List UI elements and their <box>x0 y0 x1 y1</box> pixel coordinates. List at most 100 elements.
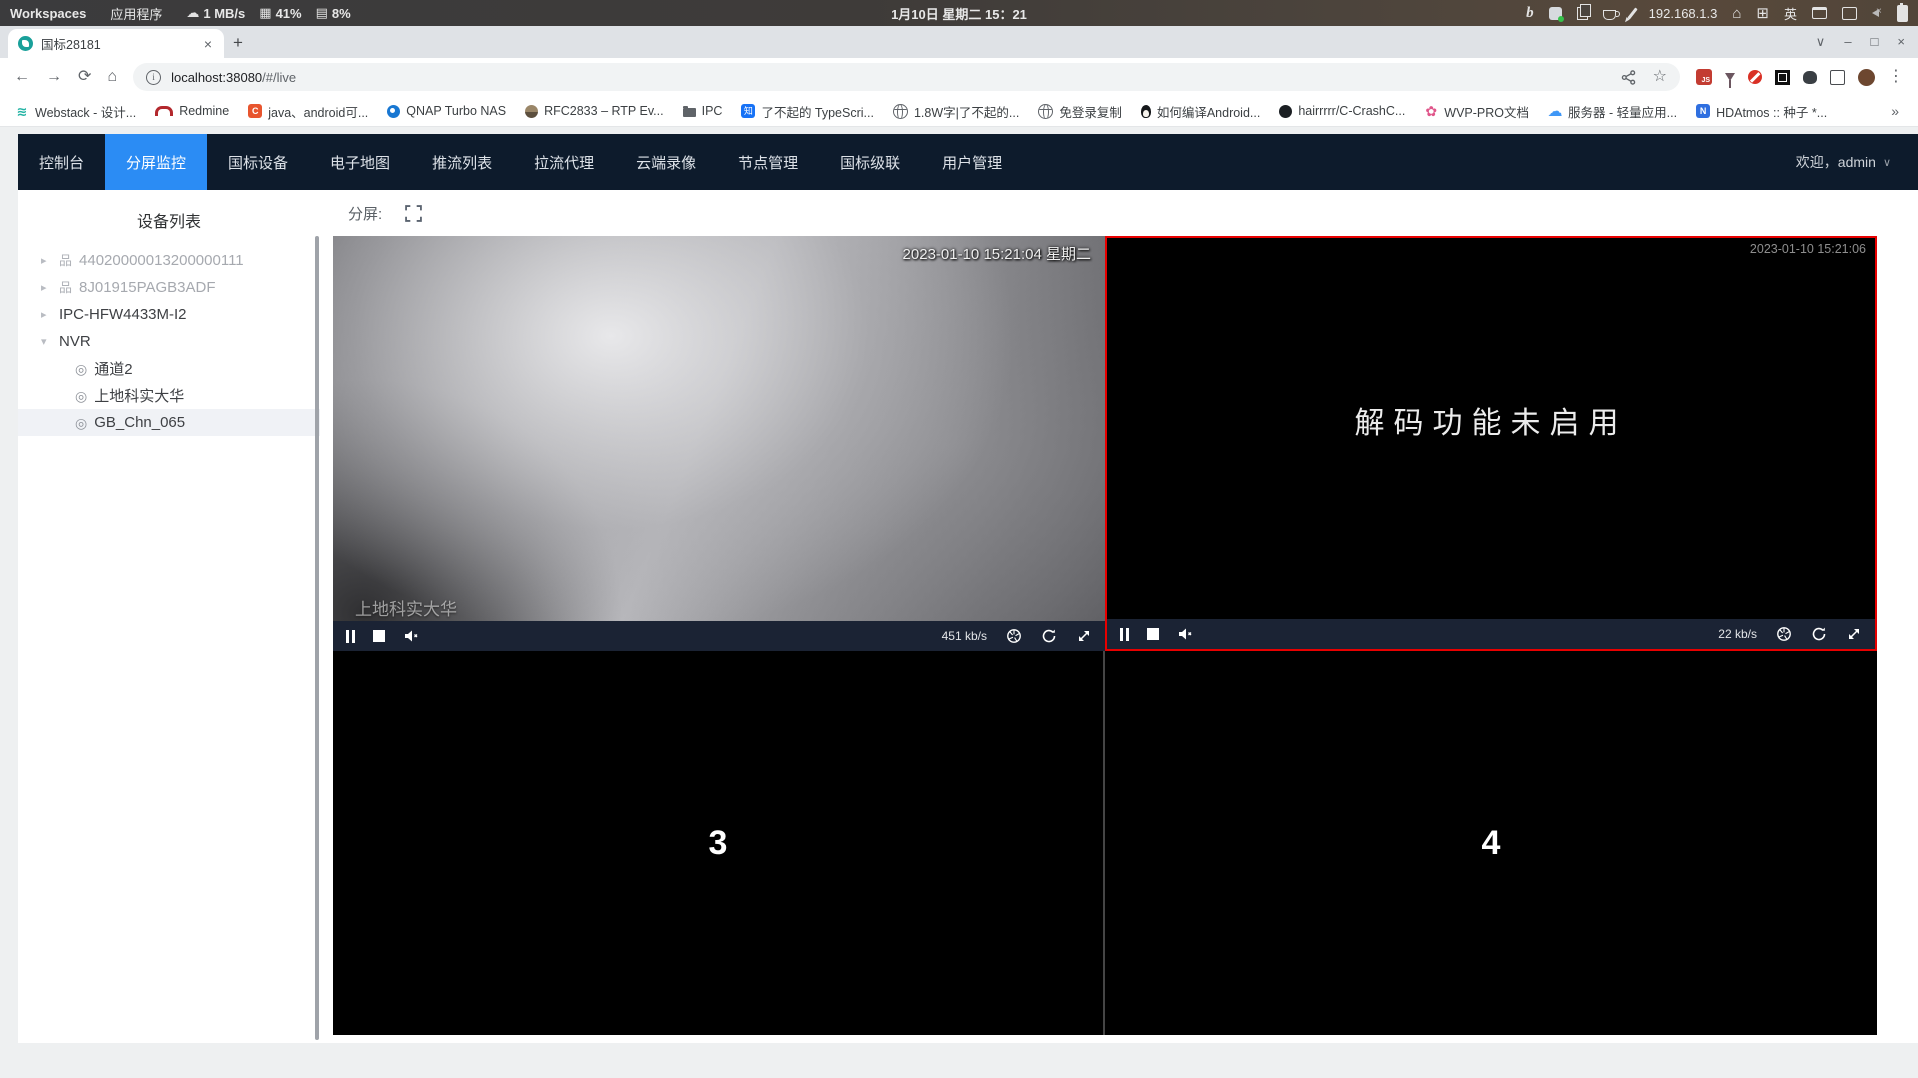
tree-channel-2[interactable]: ◎ 上地科实大华 <box>18 382 320 409</box>
home-tray-icon[interactable]: ⌂ <box>1732 5 1741 22</box>
bookmark-wvp[interactable]: ✿ WVP-PRO文档 <box>1424 102 1529 121</box>
window-minimize-icon[interactable]: – <box>1844 34 1851 50</box>
bookmark-star-icon[interactable]: ☆ <box>1653 69 1667 85</box>
volume-muted-icon[interactable] <box>1872 6 1882 17</box>
clipboard-tray-icon[interactable] <box>1576 4 1592 20</box>
input-method-indicator[interactable]: 英 <box>1784 4 1797 23</box>
workspace-grid-icon[interactable]: ⊞ <box>1756 4 1769 22</box>
single-screen-icon[interactable] <box>405 204 423 222</box>
back-icon[interactable]: ← <box>14 69 30 85</box>
screenshot-extension-icon[interactable] <box>1775 69 1790 85</box>
caret-right-icon[interactable]: ▸ <box>41 308 52 321</box>
applications-menu[interactable]: 应用程序 <box>110 4 162 23</box>
mute-icon[interactable] <box>1177 626 1193 642</box>
nav-item-node-manage[interactable]: 节点管理 <box>717 134 819 190</box>
app-tray-icon[interactable] <box>1548 6 1564 22</box>
tree-item-platform-2[interactable]: ▸ 品 8J01915PAGB3ADF <box>18 274 320 301</box>
bookmarks-overflow-icon[interactable]: » <box>1891 103 1903 119</box>
home-icon[interactable]: ⌂ <box>107 69 117 85</box>
caffeine-tray-icon[interactable] <box>1602 9 1620 20</box>
url-input[interactable]: localhost:38080/#/live ☆ <box>133 63 1680 91</box>
globe-icon <box>892 103 908 119</box>
aperture-icon[interactable] <box>1776 626 1792 642</box>
bing-tray-icon[interactable]: b <box>1526 5 1534 22</box>
fullscreen-icon[interactable] <box>1076 628 1092 644</box>
tree-channel-1[interactable]: ◎ 通道2 <box>18 355 320 382</box>
player-4[interactable]: 4 <box>1105 651 1877 1035</box>
tree-item-ipc[interactable]: ▸ IPC-HFW4433M-I2 <box>18 301 320 328</box>
nav-item-push-list[interactable]: 推流列表 <box>411 134 513 190</box>
refresh-icon[interactable] <box>1041 628 1057 644</box>
stop-icon[interactable] <box>1147 628 1159 640</box>
user-menu[interactable]: 欢迎，admin ∨ <box>1796 134 1918 190</box>
clock[interactable]: 1月10日 星期二 15：21 <box>891 4 1027 23</box>
nav-item-cloud-record[interactable]: 云端录像 <box>615 134 717 190</box>
ip-address[interactable]: 192.168.1.3 <box>1649 6 1718 21</box>
reload-icon[interactable]: ⟳ <box>78 69 91 85</box>
bookmark-github[interactable]: hairrrrr/C-CrashC... <box>1279 104 1405 118</box>
browser-menu-icon[interactable]: ⋮ <box>1888 69 1904 85</box>
adblock-extension-icon[interactable] <box>1748 70 1762 84</box>
json-viewer-extension-icon[interactable] <box>1696 69 1712 85</box>
fullscreen-icon[interactable] <box>1846 626 1862 642</box>
bookmark-android[interactable]: 如何编译Android... <box>1140 102 1260 121</box>
nav-item-console[interactable]: 控制台 <box>18 134 105 190</box>
nav-item-user-manage[interactable]: 用户管理 <box>921 134 1023 190</box>
caret-right-icon[interactable]: ▸ <box>41 254 52 267</box>
nav-item-map[interactable]: 电子地图 <box>309 134 411 190</box>
player-2-video[interactable]: 2023-01-10 15:21:06 解码功能未启用 <box>1107 238 1875 619</box>
player-3[interactable]: 3 <box>333 651 1105 1035</box>
pause-icon[interactable] <box>346 629 355 643</box>
window-close-icon[interactable]: × <box>1897 34 1905 50</box>
camera-icon: ◎ <box>75 414 88 431</box>
forward-icon[interactable]: → <box>46 69 62 85</box>
bookmark-18w[interactable]: 1.8W字|了不起的... <box>892 102 1019 121</box>
tree-channel-3-selected[interactable]: ◎ GB_Chn_065 <box>18 409 320 436</box>
window-menu-icon[interactable]: ∨ <box>1816 34 1826 50</box>
pen-tray-icon[interactable] <box>1626 6 1638 20</box>
bookmark-hdatmos[interactable]: HDAtmos :: 种子 *... <box>1696 102 1827 121</box>
bookmark-rfc2833[interactable]: RFC2833 – RTP Ev... <box>525 104 664 118</box>
player-1[interactable]: 2023-01-10 15:21:04 星期二 上地科实大华 451 kb/s <box>333 236 1105 651</box>
frame-extension-icon[interactable] <box>1830 69 1845 85</box>
new-tab-button[interactable]: + <box>224 29 252 57</box>
grid-3x3-icon[interactable] <box>484 205 501 222</box>
window-maximize-icon[interactable]: □ <box>1871 34 1879 50</box>
nav-item-pull-proxy[interactable]: 拉流代理 <box>513 134 615 190</box>
tree-item-nvr[interactable]: ▾ NVR <box>18 328 320 355</box>
bookmark-java[interactable]: java、android可... <box>248 102 368 121</box>
caret-right-icon[interactable]: ▸ <box>41 281 52 294</box>
nav-item-split-monitor[interactable]: 分屏监控 <box>105 134 208 190</box>
caret-down-icon[interactable]: ▾ <box>41 335 52 348</box>
bookmark-webstack[interactable]: ≋ Webstack - 设计... <box>15 102 137 121</box>
nav-item-gb-cascade[interactable]: 国标级联 <box>819 134 921 190</box>
workspaces-button[interactable]: Workspaces <box>10 6 86 21</box>
browser-tab[interactable]: 国标28181 × <box>8 29 224 58</box>
nav-item-gb-devices[interactable]: 国标设备 <box>207 134 309 190</box>
share-icon[interactable] <box>1621 69 1636 85</box>
site-info-icon[interactable] <box>146 69 162 85</box>
extensions-icon[interactable] <box>1803 70 1817 84</box>
window-tray-icon[interactable] <box>1812 7 1827 19</box>
stop-icon[interactable] <box>373 630 385 642</box>
bookmark-copy[interactable]: 免登录复制 <box>1038 102 1122 121</box>
grid-2x2-icon[interactable] <box>445 205 461 221</box>
wine-extension-icon[interactable] <box>1725 73 1735 88</box>
bookmark-redmine[interactable]: Redmine <box>155 104 229 118</box>
aperture-icon[interactable] <box>1006 628 1022 644</box>
bookmark-typescript[interactable]: 了不起的 TypeScri... <box>741 102 874 121</box>
player-1-video[interactable]: 2023-01-10 15:21:04 星期二 上地科实大华 <box>333 236 1105 621</box>
player-4-number: 4 <box>1481 823 1501 862</box>
sidebar-scrollbar[interactable] <box>315 236 319 1040</box>
tree-item-platform-1[interactable]: ▸ 品 44020000013200000111 <box>18 247 320 274</box>
bookmark-qnap[interactable]: QNAP Turbo NAS <box>387 104 506 118</box>
bookmark-server[interactable]: ☁ 服务器 - 轻量应用... <box>1548 102 1678 121</box>
pause-icon[interactable] <box>1120 627 1129 641</box>
player-2[interactable]: 2023-01-10 15:21:06 解码功能未启用 22 kb/s <box>1105 236 1877 651</box>
tab-close-icon[interactable]: × <box>202 36 214 52</box>
mute-icon[interactable] <box>403 628 419 644</box>
profile-avatar[interactable] <box>1858 68 1875 86</box>
bookmark-folder-ipc[interactable]: IPC <box>682 104 722 118</box>
refresh-icon[interactable] <box>1811 626 1827 642</box>
display-tray-icon[interactable] <box>1842 6 1857 20</box>
